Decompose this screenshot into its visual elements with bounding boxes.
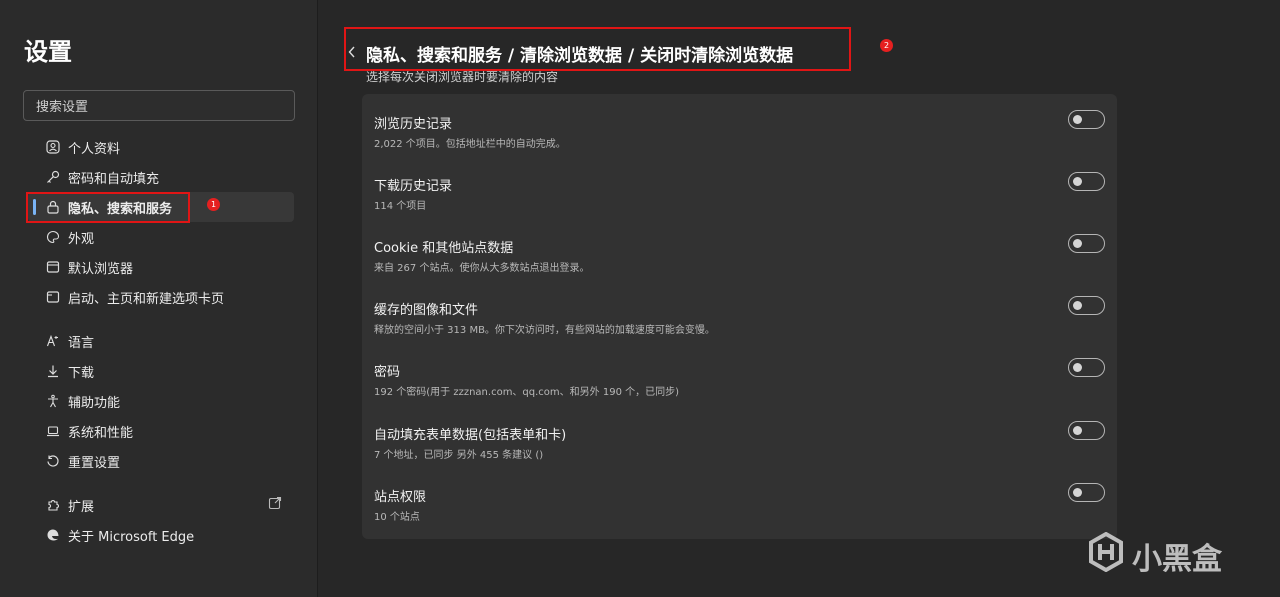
setting-row-site-permissions: 站点权限 10 个站点 [374, 467, 1105, 529]
sidebar-item-label: 个人资料 [68, 141, 121, 157]
browsing-history-toggle[interactable] [1068, 110, 1105, 129]
setting-title: 浏览历史记录 [374, 117, 453, 132]
passwords-toggle[interactable] [1068, 358, 1105, 377]
external-link-icon[interactable] [268, 496, 282, 514]
cached-images-toggle[interactable] [1068, 296, 1105, 315]
autofill-toggle[interactable] [1068, 421, 1105, 440]
setting-row-browsing-history: 浏览历史记录 2,022 个项目。包括地址栏中的自动完成。 [374, 94, 1105, 156]
sidebar-item-label: 重置设置 [68, 455, 121, 471]
sidebar-item-label: 语言 [68, 335, 95, 351]
cookies-toggle[interactable] [1068, 234, 1105, 253]
setting-description: 2,022 个项目。包括地址栏中的自动完成。 [374, 139, 566, 150]
annotation-box-1 [26, 192, 190, 223]
setting-row-cached-images: 缓存的图像和文件 释放的空间小于 313 MB。你下次访问时，有些网站的加载速度… [374, 280, 1105, 342]
sidebar-item-system[interactable]: 系统和性能 [28, 416, 294, 446]
setting-description: 7 个地址，已同步 另外 455 条建议 () [374, 450, 544, 461]
sidebar-item-label: 辅助功能 [68, 395, 121, 411]
setting-title: 密码 [374, 365, 401, 380]
setting-description: 192 个密码(用于 zzznan.com、qq.com、和另外 190 个，已… [374, 387, 680, 398]
download-icon [44, 362, 62, 380]
sidebar-item-default-browser[interactable]: 默认浏览器 [28, 252, 294, 282]
setting-title: 下载历史记录 [374, 179, 453, 194]
annotation-badge-2: 2 [880, 39, 893, 52]
key-icon [44, 168, 62, 186]
palette-icon [44, 228, 62, 246]
setting-description: 来自 267 个站点。使你从大多数站点退出登录。 [374, 263, 590, 274]
setting-title: 缓存的图像和文件 [374, 303, 479, 318]
setting-row-cookies: Cookie 和其他站点数据 来自 267 个站点。使你从大多数站点退出登录。 [374, 218, 1105, 280]
download-history-toggle[interactable] [1068, 172, 1105, 191]
sidebar-item-about[interactable]: 关于 Microsoft Edge [28, 520, 294, 550]
sidebar-item-label: 外观 [68, 231, 95, 247]
sidebar-item-language[interactable]: 语言 [28, 326, 294, 356]
setting-description: 释放的空间小于 313 MB。你下次访问时，有些网站的加载速度可能会变慢。 [374, 325, 715, 336]
edge-icon [44, 526, 62, 544]
sidebar-item-passwords[interactable]: 密码和自动填充 [28, 162, 294, 192]
sidebar-item-profile[interactable]: 个人资料 [28, 132, 294, 162]
accessibility-icon [44, 392, 62, 410]
sidebar-item-label: 扩展 [68, 499, 95, 515]
sidebar-item-extensions[interactable]: 扩展 [28, 490, 294, 520]
sidebar-item-reset[interactable]: 重置设置 [28, 446, 294, 476]
clear-on-close-card: 浏览历史记录 2,022 个项目。包括地址栏中的自动完成。 下载历史记录 114… [362, 94, 1117, 539]
annotation-badge-1: 1 [207, 198, 220, 211]
site-permissions-toggle[interactable] [1068, 483, 1105, 502]
settings-sidebar: 设置 搜索设置 个人资料 密码和自动填充 隐私、搜索和服务 外观 默认浏览器 启… [0, 0, 318, 597]
sidebar-item-label: 默认浏览器 [68, 261, 134, 277]
extension-icon [44, 496, 62, 514]
setting-title: 自动填充表单数据(包括表单和卡) [374, 428, 567, 443]
setting-title: Cookie 和其他站点数据 [374, 241, 514, 256]
browser-icon [44, 258, 62, 276]
sidebar-item-label: 启动、主页和新建选项卡页 [68, 291, 225, 307]
reset-icon [44, 452, 62, 470]
sidebar-item-downloads[interactable]: 下载 [28, 356, 294, 386]
sidebar-item-startup[interactable]: 启动、主页和新建选项卡页 [28, 282, 294, 312]
setting-description: 10 个站点 [374, 512, 420, 523]
sidebar-item-label: 系统和性能 [68, 425, 134, 441]
sidebar-title: 设置 [24, 38, 72, 66]
profile-icon [44, 138, 62, 156]
laptop-icon [44, 422, 62, 440]
watermark-text: 小黑盒 [1132, 542, 1222, 577]
setting-title: 站点权限 [374, 490, 427, 505]
search-settings-input[interactable]: 搜索设置 [23, 90, 295, 121]
setting-row-download-history: 下载历史记录 114 个项目 [374, 156, 1105, 218]
home-tab-icon [44, 288, 62, 306]
setting-description: 114 个项目 [374, 201, 427, 212]
watermark: 小黑盒 [1088, 531, 1222, 580]
sidebar-item-label: 下载 [68, 365, 95, 381]
heybox-logo-icon [1088, 531, 1124, 580]
sidebar-item-label: 关于 Microsoft Edge [68, 529, 195, 545]
sidebar-item-accessibility[interactable]: 辅助功能 [28, 386, 294, 416]
setting-row-passwords: 密码 192 个密码(用于 zzznan.com、qq.com、和另外 190 … [374, 342, 1105, 404]
sidebar-item-label: 密码和自动填充 [68, 171, 160, 187]
sidebar-item-appearance[interactable]: 外观 [28, 222, 294, 252]
setting-row-autofill: 自动填充表单数据(包括表单和卡) 7 个地址，已同步 另外 455 条建议 () [374, 405, 1105, 467]
language-icon [44, 332, 62, 350]
annotation-box-2 [344, 27, 851, 71]
